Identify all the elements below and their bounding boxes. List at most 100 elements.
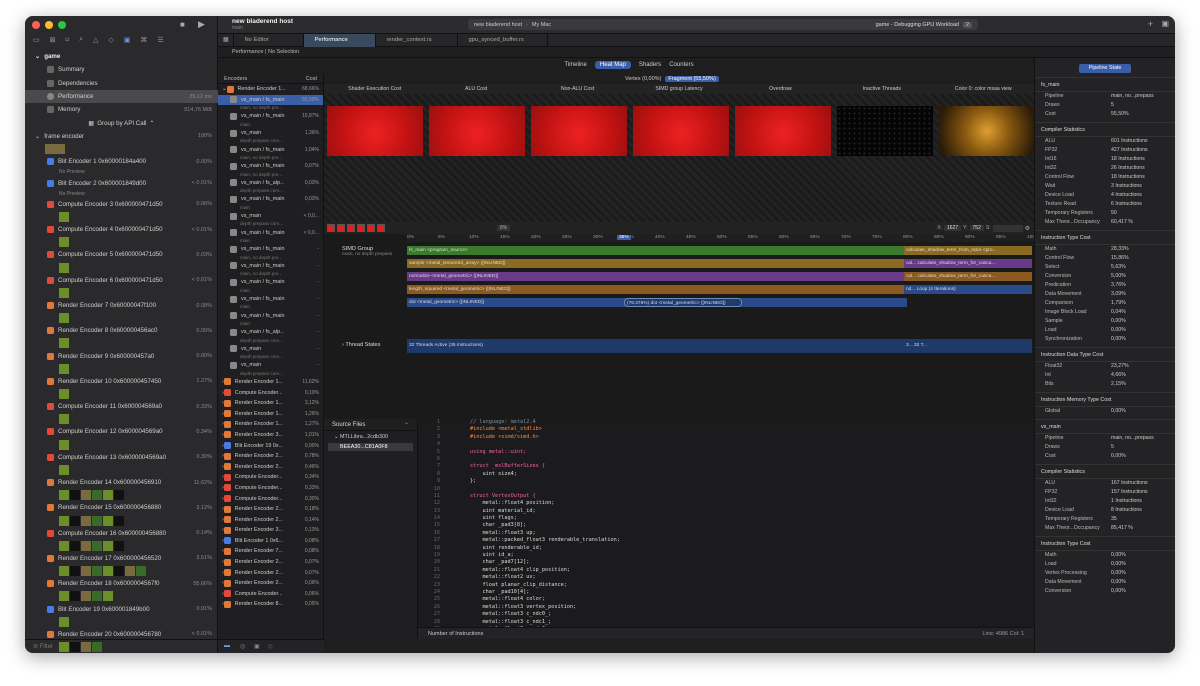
swatch[interactable] [327, 224, 335, 232]
pipeline-state-button[interactable]: Pipeline State [1079, 64, 1131, 73]
encoder-pipeline-row[interactable]: vs_main 1,36% [218, 128, 323, 139]
close-button[interactable] [32, 21, 40, 29]
simd-bar[interactable]: normalize <metal_geometric> ([INLINED]) [407, 272, 907, 281]
simd-bar[interactable]: length_squared <metal_geometric> ([INLIN… [407, 285, 907, 294]
encoder-row[interactable]: › Render Encoder 2... 0,06% [218, 578, 323, 589]
encoder-pipeline-row[interactable]: vs_main / fs_main 0,07% [218, 161, 323, 172]
encoder-row[interactable]: Render Encoder 18 0x6000004567f0 55.66% [25, 577, 218, 590]
thread-states-bar[interactable]: 32 Threads Active (35 Instructions) [407, 339, 907, 353]
encoder-row[interactable]: Blit Encoder 19 0x600001849b00 0.91% [25, 602, 218, 615]
encoder-row[interactable]: › Render Encoder 1... 1,26% [218, 408, 323, 419]
folder-icon[interactable]: ▭ [33, 36, 40, 44]
tab-render-context[interactable]: render_context.rs [376, 33, 459, 47]
encoder-row[interactable]: › Render Encoder 2... 0,78% [218, 451, 323, 462]
encoder-row[interactable]: › Compute Encoder... 0,33% [218, 483, 323, 494]
encoder-row[interactable]: Compute Encoder 6 0x600000471d50 < 0.01% [25, 274, 218, 287]
group-by-popup[interactable]: ▦ Group by API Call ⌃ [25, 116, 218, 129]
encoder-row[interactable]: Render Encoder 10 0x600000457450 1.27% [25, 375, 218, 388]
view-counters[interactable]: Counters [669, 62, 693, 68]
image-header[interactable]: Overdraw [730, 84, 831, 94]
encoder-row[interactable]: › Blit Encoder 1 0x6... 0,08% [218, 536, 323, 547]
encoder-pipeline-row[interactable]: vs_main / fs_main < 0,0... [218, 227, 323, 238]
library-row[interactable]: ⌄ MTLLibra...2cdb300 [324, 431, 417, 443]
heatmap-image[interactable] [837, 106, 933, 156]
image-header[interactable]: Inactive Threads [831, 84, 932, 94]
x-field[interactable]: 1627 [943, 225, 962, 231]
encoder-row[interactable]: › Render Encoder 2... 0,07% [218, 557, 323, 568]
s-field[interactable] [992, 224, 1023, 232]
encoder-row[interactable]: Blit Encoder 2 0x600001849d00 < 0.01% [25, 176, 218, 189]
encoder-row[interactable]: › Render Encoder 2... 0,46% [218, 461, 323, 472]
encoder-pipeline-row[interactable]: vs_main / fs_alp... - [218, 327, 323, 338]
run-icon[interactable]: ▶ [198, 19, 205, 30]
encoder-row[interactable]: › Compute Encoder... 0,30% [218, 493, 323, 504]
encoder-row[interactable]: Render Encoder 17 0x600000456520 3.51% [25, 552, 218, 565]
encoder-row[interactable]: Render Encoder 15 0x600000456880 3.12% [25, 501, 218, 514]
encoder-row[interactable]: Render Encoder 14 0x600000456910 11.62% [25, 476, 218, 489]
nav-memory[interactable]: Memory 914,76 MiB [25, 103, 218, 116]
warning-icon[interactable]: △ [93, 36, 98, 44]
debug-icon[interactable]: ▣ [124, 36, 131, 44]
encoder-row[interactable]: Render Encoder 7 0x60000047f100 0.08% [25, 299, 218, 312]
source-files-header[interactable]: Source Files ⌃ [324, 419, 417, 431]
report-icon[interactable]: ☰ [157, 36, 163, 44]
heatmap-image[interactable] [531, 106, 627, 156]
image-header[interactable]: Shader Execution Cost [324, 84, 425, 94]
encoder-pipeline-row[interactable]: vs_main / fs_alp... 0,03% [218, 178, 323, 189]
scheme-selector[interactable]: new bladerend host › My Mac game - Debug… [468, 19, 978, 30]
swatch[interactable] [357, 224, 365, 232]
status-badge[interactable]: 2 [962, 21, 972, 28]
project-row[interactable]: ⌄ game [25, 50, 218, 63]
col-encoders[interactable]: Encoders [224, 76, 247, 82]
nav-performance[interactable]: Performance 39,12 ms [25, 89, 218, 104]
encoder-row[interactable]: Compute Encoder 4 0x600000471d50 < 0.01% [25, 223, 218, 236]
encoder-pipeline-row[interactable]: vs_main / fs_main 55,50% [218, 94, 323, 106]
heatmap-image[interactable] [429, 106, 525, 156]
view-timeline[interactable]: Timeline [564, 62, 586, 68]
sidebar-toggle-icon[interactable]: ▣ [1161, 19, 1169, 28]
heatmap-image[interactable] [939, 106, 1035, 156]
location-icon[interactable]: ◇ [268, 643, 273, 650]
encoder-row[interactable]: › Compute Encoder... 0,06% [218, 589, 323, 600]
memory-graph-icon[interactable]: ◎ [240, 643, 245, 650]
encoder-row[interactable]: › Render Encoder 7... 0,08% [218, 546, 323, 557]
stage-vertex[interactable]: Vertex (0,00%) [625, 76, 661, 82]
image-header[interactable]: Color 0: color msaa view [933, 84, 1034, 94]
test-icon[interactable]: ◇ [108, 36, 113, 44]
encoder-pipeline-row[interactable]: vs_main / fs_main - [218, 310, 323, 321]
source-control-icon[interactable]: ⊠ [50, 36, 56, 44]
simd-bar-right[interactable]: calculate_shadow_term_from_ndcs <pro... [904, 246, 1032, 255]
encoder-pipeline-row[interactable]: vs_main / fs_main - [218, 244, 323, 255]
encoder-row[interactable]: Blit Encoder 1 0x60000184a400 0.00% [25, 155, 218, 168]
bookmark-icon[interactable]: ⌑ [66, 36, 70, 44]
find-icon[interactable]: ⌕ [79, 36, 83, 44]
encoder-row[interactable]: › Render Encoder 1... 11,62% [218, 377, 323, 388]
encoder-row[interactable]: Compute Encoder 11 0x600004569a0 0.33% [25, 400, 218, 413]
camera-icon[interactable]: ▣ [254, 643, 260, 650]
instructions-popup[interactable]: Number of Instructions [428, 631, 483, 637]
view-heatmap[interactable]: Heat Map [594, 61, 631, 69]
thread-states-bar-right[interactable]: 3... 32 T... [904, 339, 1032, 353]
frame-encoder-row[interactable]: ⌄ frame encoder 100% [25, 130, 218, 143]
encoder-pipeline-row[interactable]: vs_main - [218, 344, 323, 355]
encoder-pipeline-row[interactable]: vs_main / fs_main - [218, 261, 323, 272]
tab-performance[interactable]: Performance [304, 33, 377, 47]
encoder-row[interactable]: Render Encoder 9 0x600000457a0 0.00% [25, 349, 218, 362]
tab-gpu-synced-buffer[interactable]: gpu_synced_buffer.rs [458, 33, 549, 47]
encoder-row[interactable]: › Compute Encoder... 0,10% [218, 387, 323, 398]
encoder-row[interactable]: › Render Encoder 2... 0,18% [218, 504, 323, 515]
simd-bar[interactable]: sample <metal_texture2d_array> ([INLINED… [407, 259, 907, 268]
breakpoint-icon[interactable]: ⌘ [140, 36, 147, 44]
nav-dependencies[interactable]: Dependencies [25, 77, 218, 90]
simd-bar-right[interactable]: cal... calculate_shadow_term_for_casca..… [904, 259, 1032, 268]
swatch[interactable] [377, 224, 385, 232]
add-icon[interactable]: + [1148, 19, 1153, 29]
encoder-row[interactable]: Compute Encoder 13 0x6000004569a0 0.30% [25, 451, 218, 464]
col-cost[interactable]: Cost [306, 76, 317, 82]
encoder-pipeline-row[interactable]: vs_main / fs_main - [218, 294, 323, 305]
encoder-row[interactable]: › Render Encoder 2... 0,07% [218, 567, 323, 578]
thread-states-label[interactable]: › Thread States [342, 342, 380, 348]
encoder-pipeline-row[interactable]: vs_main / fs_main 0,03% [218, 194, 323, 205]
minimize-button[interactable] [45, 21, 53, 29]
encoder-row[interactable]: Render Encoder 8 0x600000456ac0 0.05% [25, 324, 218, 337]
